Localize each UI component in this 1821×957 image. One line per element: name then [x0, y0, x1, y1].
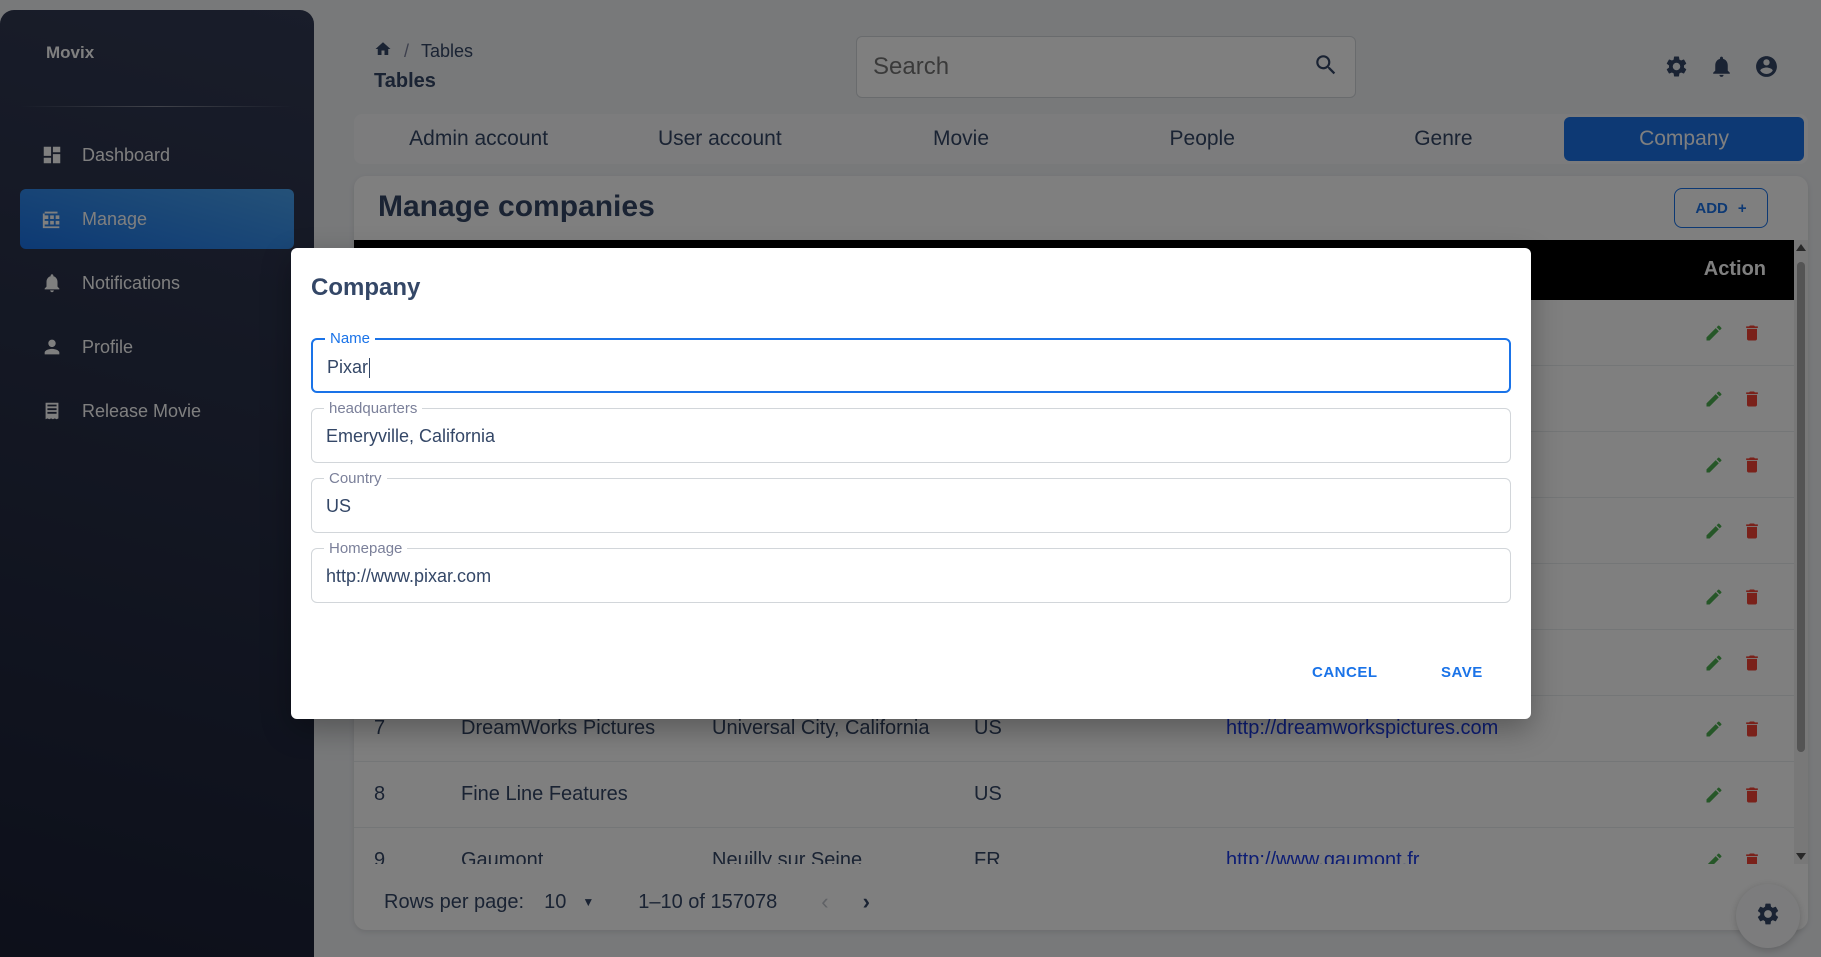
homepage-field-value: http://www.pixar.com — [326, 566, 492, 586]
text-cursor — [369, 358, 371, 379]
headquarters-field-label: headquarters — [324, 400, 423, 417]
headquarters-field-value: Emeryville, California — [326, 426, 496, 446]
country-field-value: US — [326, 496, 352, 516]
save-button[interactable]: SAVE — [1441, 664, 1483, 681]
name-field[interactable]: Name Pixar — [311, 330, 1511, 393]
country-field[interactable]: Country US — [311, 470, 1511, 533]
name-field-label: Name — [325, 330, 376, 347]
cancel-button[interactable]: CANCEL — [1312, 664, 1378, 681]
headquarters-field[interactable]: headquarters Emeryville, California — [311, 400, 1511, 463]
dialog-title: Company — [311, 274, 421, 301]
homepage-field-label: Homepage — [324, 540, 408, 557]
company-dialog: Company Name Pixar headquarters Emeryvil… — [291, 248, 1531, 719]
country-field-label: Country — [324, 470, 387, 487]
name-field-value: Pixar — [327, 357, 371, 379]
name-value-text: Pixar — [327, 357, 369, 377]
homepage-field[interactable]: Homepage http://www.pixar.com — [311, 540, 1511, 603]
